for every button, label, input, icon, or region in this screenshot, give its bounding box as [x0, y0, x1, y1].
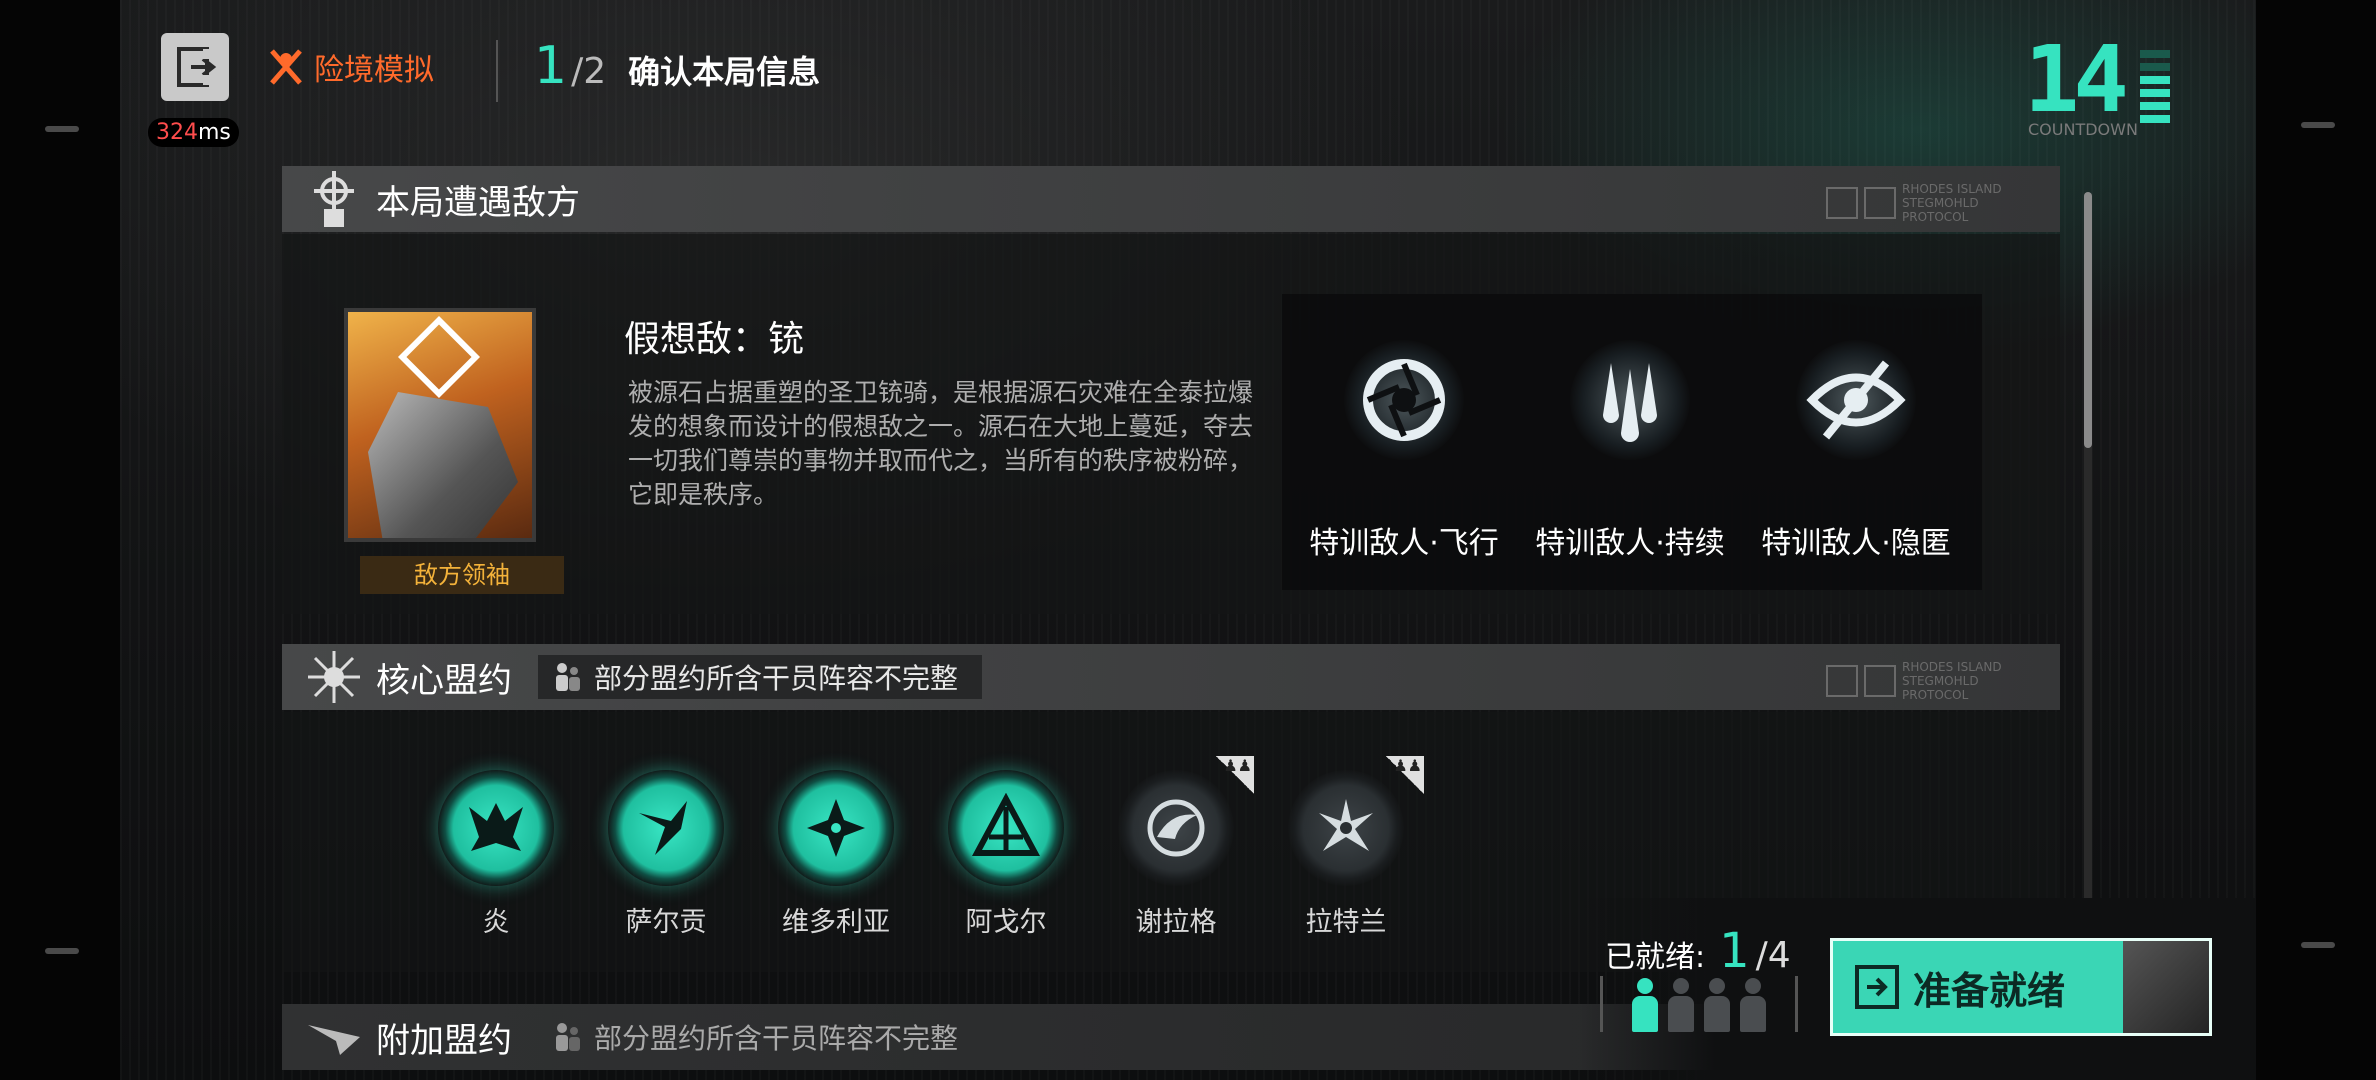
ready-label-text: 已就绪: [1605, 940, 1706, 975]
ready-status: 已就绪: 1 /4 [1605, 923, 1791, 979]
operators-icon [556, 663, 580, 691]
operators-icon: ♟♟ [1393, 756, 1422, 775]
countdown-bars [2140, 50, 2170, 128]
ready-button[interactable]: 准备就绪 [1830, 938, 2212, 1036]
step-current: 1 [534, 36, 568, 96]
ready-button-label: 准备就绪 [1913, 968, 2066, 1013]
right-bezel [2256, 0, 2376, 1080]
step-title: 确认本局信息 [628, 53, 821, 91]
target-icon [304, 169, 364, 229]
alliance-yan[interactable]: 炎 [426, 770, 566, 939]
dragon-icon [438, 770, 554, 886]
alliance-name: 谢拉格 [1135, 907, 1217, 938]
step-indicator: 1 /2 确认本局信息 [534, 36, 820, 96]
alliance-name: 拉特兰 [1305, 907, 1387, 938]
incomplete-warning: 部分盟约所含干员阵容不完整 [538, 655, 983, 699]
scrollbar-thumb[interactable] [2084, 192, 2092, 448]
alliance-kjerag[interactable]: ♟♟ 谢拉格 [1106, 756, 1254, 939]
arrow-wing-icon [304, 1007, 364, 1067]
logo-text: RHODES ISLAND STEGMOHLD PROTOCOL [1902, 182, 2002, 224]
enemy-section-title: 本局遭遇敌方 [376, 182, 580, 223]
alliance-laterano[interactable]: ♟♟ 拉特兰 [1276, 756, 1424, 939]
left-bezel [0, 0, 120, 1080]
alliance-name: 阿戈尔 [965, 907, 1047, 938]
bezel-tick [45, 948, 79, 954]
exit-button[interactable] [161, 33, 229, 101]
crossed-swords-icon [270, 49, 302, 85]
trait-label: 特训敌人·飞行 [1309, 526, 1499, 561]
boss-tag: 敌方领袖 [360, 556, 564, 594]
warning-text: 部分盟约所含干员阵容不完整 [594, 1022, 959, 1055]
enter-icon [1855, 965, 1899, 1009]
core-alliance-title: 核心盟约 [376, 660, 512, 701]
bezel-tick [2301, 122, 2335, 128]
countdown-timer: 14 COUNTDOWN [2024, 26, 2174, 140]
drops-icon [1570, 340, 1690, 460]
bezel-tick [2301, 942, 2335, 948]
bezel-tick [45, 126, 79, 132]
extra-alliance-title: 附加盟约 [376, 1020, 512, 1061]
player-icon [1668, 978, 1694, 1032]
cross-flower-icon [778, 770, 894, 886]
countdown-label: COUNTDOWN [2028, 120, 2138, 139]
exit-icon [177, 47, 217, 87]
incomplete-badge: ♟♟ [1386, 756, 1424, 794]
traits-box: 特训敌人·飞行 特训敌人·持续 特训敌人·隐匿 [1282, 294, 1982, 590]
ping-unit: ms [198, 120, 231, 145]
alliance-name: 维多利亚 [782, 907, 890, 938]
hidden-eye-icon [1796, 340, 1916, 460]
trait-label: 特训敌人·隐匿 [1761, 526, 1951, 561]
logo-text: RHODES ISLAND STEGMOHLD PROTOCOL [1902, 660, 2002, 702]
alliance-victoria[interactable]: 维多利亚 [766, 770, 906, 939]
topbar-divider [496, 40, 498, 102]
mode-label: 险境模拟 [268, 45, 434, 89]
incomplete-badge: ♟♟ [1216, 756, 1254, 794]
alliance-name: 炎 [482, 907, 510, 938]
bird-icon [608, 770, 724, 886]
player-icon [1704, 978, 1730, 1032]
core-alliance-header: 核心盟约 部分盟约所含干员阵容不完整 RHODES ISLAND STEGMOH… [282, 644, 2060, 710]
players-ready-indicator [1600, 976, 1798, 1032]
mode-text: 险境模拟 [314, 53, 434, 88]
rhodes-island-logo: RHODES ISLAND STEGMOHLD PROTOCOL [1826, 182, 2022, 224]
step-total: /2 [571, 51, 607, 92]
boss-name: 假想敌：铳 [624, 319, 805, 360]
alliance-name: 萨尔贡 [625, 907, 707, 938]
ready-current: 1 [1719, 923, 1750, 979]
aperture-icon [1344, 340, 1464, 460]
boss-emblem-icon [397, 315, 481, 399]
trait-stealth[interactable]: 特训敌人·隐匿 [1746, 340, 1966, 562]
boss-description: 被源石占据重塑的圣卫铳骑，是根据源石灾难在全泰拉爆发的想象而设计的假想敌之一。源… [628, 378, 1254, 509]
alliance-sargon[interactable]: 萨尔贡 [596, 770, 736, 939]
ready-total: /4 [1755, 935, 1791, 976]
countdown-value: 14 [2024, 26, 2129, 133]
player-icon [1632, 978, 1658, 1032]
trait-flying[interactable]: 特训敌人·飞行 [1294, 340, 1514, 562]
trait-persistent[interactable]: 特训敌人·持续 [1520, 340, 1740, 562]
trait-label: 特训敌人·持续 [1535, 526, 1725, 561]
enemy-section-header: 本局遭遇敌方 RHODES ISLAND STEGMOHLD PROTOCOL [282, 166, 2060, 232]
triangle-trident-icon [948, 770, 1064, 886]
incomplete-warning: 部分盟约所含干员阵容不完整 [538, 1015, 982, 1059]
operators-icon [556, 1023, 580, 1051]
button-decoration [2123, 941, 2209, 1033]
boss-portrait[interactable] [344, 308, 536, 542]
ping-value: 324 [156, 120, 198, 145]
alliance-aegir[interactable]: 阿戈尔 [936, 770, 1076, 939]
rhodes-island-logo: RHODES ISLAND STEGMOHLD PROTOCOL [1826, 660, 2022, 702]
enemy-panel: 敌方领袖 假想敌：铳 被源石占据重塑的圣卫铳骑，是根据源石灾难在全泰拉爆发的想象… [282, 234, 2060, 614]
warning-text: 部分盟约所含干员阵容不完整 [594, 662, 959, 695]
operators-icon: ♟♟ [1223, 756, 1252, 775]
ping-indicator: 324ms [148, 118, 239, 147]
player-icon [1740, 978, 1766, 1032]
starburst-icon [304, 647, 364, 707]
scrollbar[interactable] [2084, 192, 2092, 952]
